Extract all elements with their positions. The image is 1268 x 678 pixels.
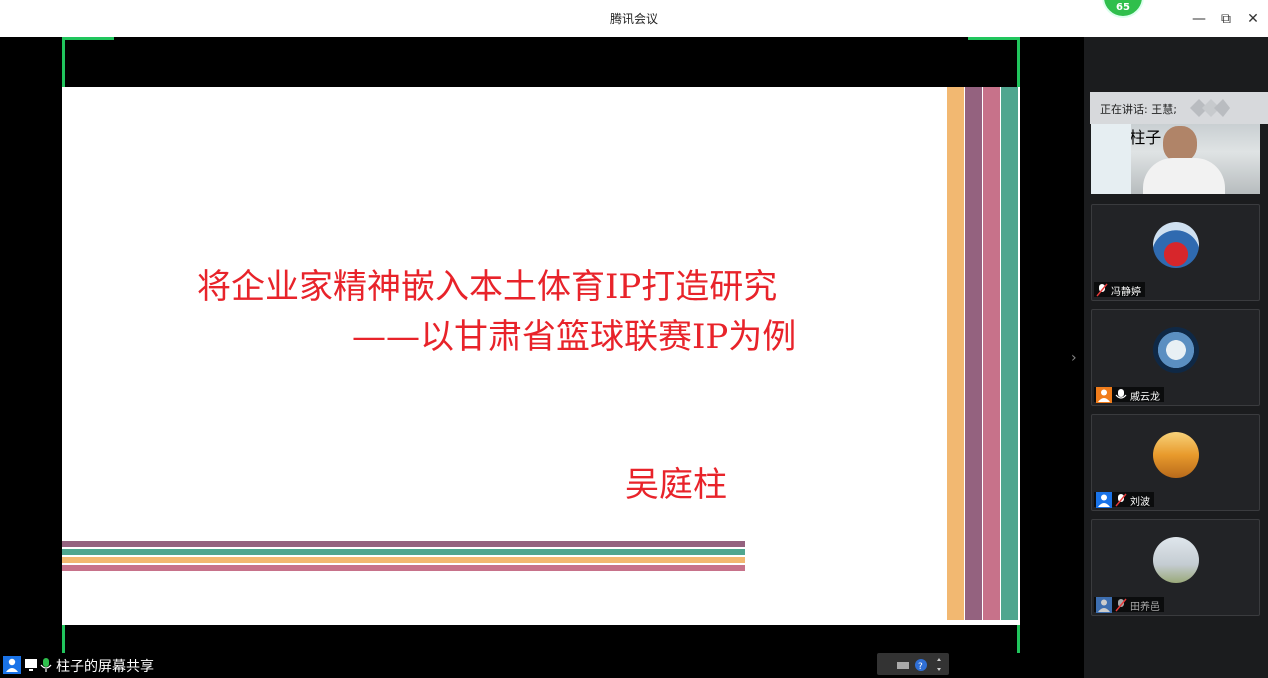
slide-title-line2: ——以甘肃省篮球联赛IP为例	[352, 317, 797, 357]
slide-author: 吴庭柱	[625, 465, 727, 505]
speaking-label: 正在讲话: 王慧;	[1100, 103, 1177, 116]
slide-title-line1: 将企业家精神嵌入本土体育IP打造研究	[197, 267, 778, 307]
participant-name: 刘波	[1130, 496, 1150, 508]
collapse-panel-icon[interactable]: ›	[1071, 350, 1077, 366]
participant-tile[interactable]: 田养邑	[1091, 519, 1260, 616]
participant-name: 冯静婷	[1111, 286, 1141, 298]
participant-tile[interactable]: 戚云龙	[1091, 309, 1260, 406]
mini-toolbar[interactable]: ?	[877, 653, 949, 675]
screen-share-icon	[25, 659, 37, 671]
mic-icon	[40, 658, 52, 672]
participant-panel: 正在讲话: 王慧; 柱子 冯静婷 戚云龙 刘波 田养邑	[1084, 37, 1268, 678]
slide-stripe-pink	[983, 87, 1000, 620]
window-title: 腾讯会议	[609, 12, 658, 26]
speaking-indicator: 正在讲话: 王慧;	[1090, 92, 1268, 124]
presentation-slide: 将企业家精神嵌入本土体育IP打造研究 ——以甘肃省篮球联赛IP为例 吴庭柱	[62, 87, 1020, 625]
title-bar: 腾讯会议 65 — ⧉ ✕	[0, 0, 1268, 37]
mic-muted-icon	[1096, 283, 1108, 297]
close-button[interactable]: ✕	[1244, 10, 1262, 28]
frame-corner-tr	[968, 37, 1020, 87]
slide-stripe-purple	[965, 87, 982, 620]
user-icon	[1096, 387, 1112, 403]
participant-nametag: 冯静婷	[1094, 282, 1145, 298]
share-label: 柱子的屏幕共享	[56, 659, 154, 675]
avatar	[1153, 537, 1199, 583]
participant-tile[interactable]: 冯静婷	[1091, 204, 1260, 301]
window-background	[1091, 124, 1131, 194]
slide-stripe-orange	[947, 87, 964, 620]
person-body	[1143, 158, 1225, 194]
slide-hstripe-purple	[62, 541, 745, 547]
sound-wave-icon	[1190, 99, 1230, 117]
svg-text:?: ?	[918, 662, 923, 672]
frame-corner-tl	[62, 37, 114, 87]
user-icon	[3, 656, 21, 674]
participant-name: 田养邑	[1130, 601, 1160, 613]
participant-nametag: 田养邑	[1094, 597, 1164, 613]
participant-name: 戚云龙	[1130, 391, 1160, 403]
minimize-button[interactable]: —	[1190, 10, 1208, 28]
participant-nametag: 刘波	[1094, 492, 1154, 508]
mic-muted-icon	[1115, 598, 1127, 612]
avatar	[1153, 222, 1199, 268]
participant-tile[interactable]: 刘波	[1091, 414, 1260, 511]
avatar	[1153, 327, 1199, 373]
slide-stripe-teal	[1001, 87, 1018, 620]
participant-tile-video[interactable]: 柱子	[1091, 124, 1260, 194]
slide-hstripe-pink	[62, 565, 745, 571]
participant-nametag: 戚云龙	[1094, 387, 1164, 403]
person-head	[1163, 126, 1197, 162]
slide-hstripe-teal	[62, 549, 745, 555]
user-icon	[1096, 597, 1112, 613]
slide-hstripe-orange	[62, 557, 745, 563]
participant-name: 柱子	[1129, 128, 1162, 147]
user-icon	[1096, 492, 1112, 508]
toolbar-icons: ?	[897, 658, 941, 672]
mic-muted-icon	[1115, 493, 1127, 507]
mic-on-icon	[1115, 389, 1127, 399]
avatar	[1153, 432, 1199, 478]
restore-button[interactable]: ⧉	[1217, 10, 1235, 28]
